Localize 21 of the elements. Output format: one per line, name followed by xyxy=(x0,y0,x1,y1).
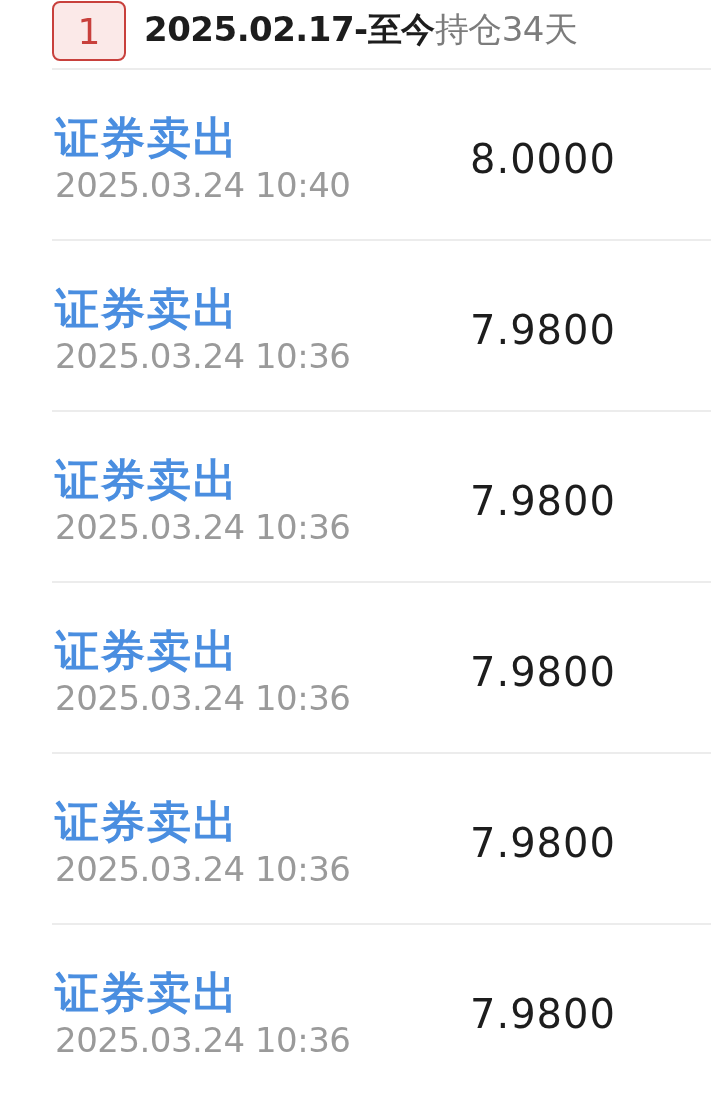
trade-price: 7.9800 xyxy=(470,648,616,695)
trade-time: 2025.03.24 10:36 xyxy=(55,676,352,719)
trade-time: 2025.03.24 10:36 xyxy=(55,847,352,890)
trade-type: 证券卖出 xyxy=(55,795,240,848)
trade-time: 2025.03.24 10:36 xyxy=(55,334,352,377)
trade-price: 7.9800 xyxy=(470,990,616,1037)
trade-price: 7.9800 xyxy=(470,306,616,353)
trade-type: 证券卖出 xyxy=(55,624,240,677)
trade-time: 2025.03.24 10:36 xyxy=(55,1018,352,1061)
trade-time: 2025.03.24 10:40 xyxy=(55,163,352,206)
rank-badge: 1 xyxy=(52,1,126,61)
trade-type: 证券卖出 xyxy=(55,111,240,164)
trade-time: 2025.03.24 10:36 xyxy=(55,505,352,548)
trade-type: 证券卖出 xyxy=(55,966,240,1019)
holding-period: 2025.02.17-至今 xyxy=(144,8,435,51)
trade-type: 证券卖出 xyxy=(55,282,240,335)
holding-days: 持仓34天 xyxy=(434,7,578,53)
trade-price: 8.0000 xyxy=(470,135,616,182)
trade-price: 7.9800 xyxy=(470,819,616,866)
trade-price: 7.9800 xyxy=(470,477,616,524)
trade-type: 证券卖出 xyxy=(55,453,240,506)
